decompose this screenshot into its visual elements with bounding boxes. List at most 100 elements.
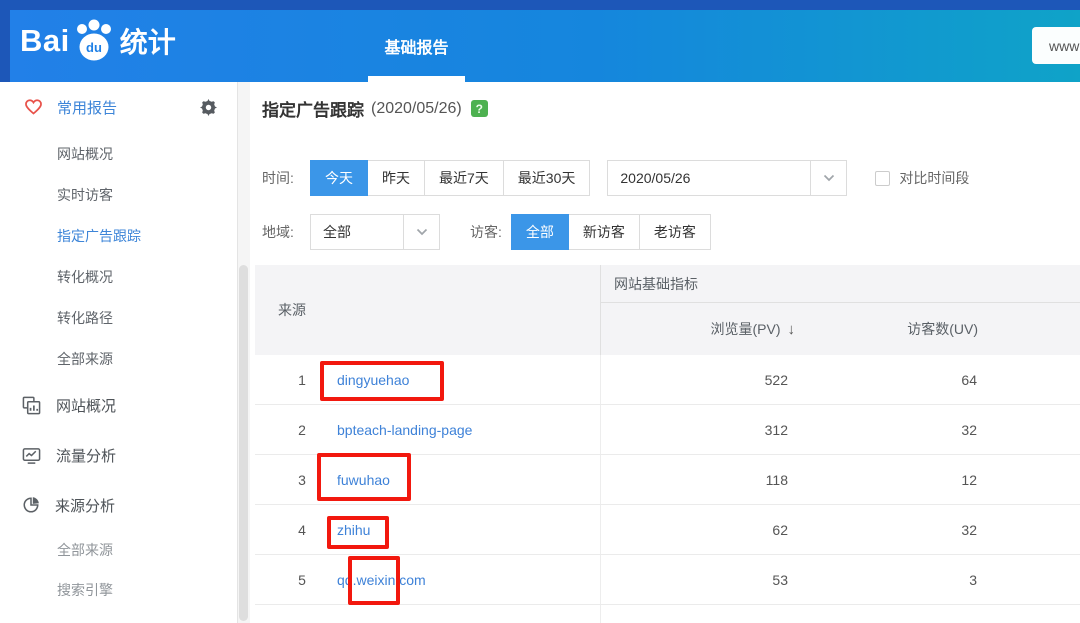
sidebar: 常用报告 网站概况 实时访客 指定广告跟踪 转化概况 转化路径 全部来源: [0, 82, 238, 623]
source-link[interactable]: dingyuehao: [337, 372, 409, 388]
help-icon[interactable]: ?: [471, 100, 488, 117]
time-filter-row: 时间: 今天 昨天 最近7天 最近30天 2020/05/26 对比时间段: [262, 160, 969, 196]
sidebar-item-search-engine[interactable]: 搜索引擎: [0, 570, 237, 610]
tab-basic-report[interactable]: 基础报告: [368, 10, 465, 82]
uv-value: 64: [796, 355, 986, 404]
page-title-date: (2020/05/26): [371, 100, 462, 118]
page-title: 指定广告跟踪: [262, 96, 364, 121]
source-link[interactable]: fuwuhao: [337, 472, 390, 488]
date-picker[interactable]: 2020/05/26: [607, 160, 847, 196]
source-link[interactable]: bpteach-landing-page: [337, 422, 472, 438]
report-icon: [22, 396, 41, 415]
region-visitor-filter-row: 地域: 全部 访客: 全部 新访客 老访客: [262, 214, 711, 250]
visitor-filter-label: 访客:: [470, 222, 502, 242]
sidebar-item-specified-ad-tracking[interactable]: 指定广告跟踪: [0, 216, 237, 257]
time-filter-label: 时间:: [262, 168, 310, 188]
gear-icon[interactable]: [200, 99, 217, 116]
baidu-paw-icon: du: [72, 18, 116, 64]
uv-value: 3: [796, 555, 986, 604]
compare-period-checkbox[interactable]: [875, 171, 890, 186]
row-rank: 5: [295, 572, 309, 588]
sidebar-scrollbar-track: [238, 82, 250, 623]
time-option-today[interactable]: 今天: [310, 160, 368, 196]
table-row: 2 bpteach-landing-page 31232: [255, 405, 1080, 455]
sources-table: 来源 网站基础指标 浏览量(PV) ↓ 访客数(UV) 1 dingyuehao 5…: [255, 265, 1080, 623]
chevron-down-icon[interactable]: [810, 161, 846, 195]
table-row: 5 qq.weixin.com 533: [255, 555, 1080, 605]
empty-cell: [986, 355, 1080, 404]
empty-cell: [986, 455, 1080, 504]
source-link[interactable]: qq.weixin.com: [337, 572, 426, 588]
sidebar-section-label: 来源分析: [55, 495, 115, 516]
metrics-group-header: 网站基础指标: [601, 265, 1080, 303]
heart-icon[interactable]: [24, 98, 43, 116]
date-picker-value: 2020/05/26: [608, 170, 810, 186]
row-rank: 2: [295, 422, 309, 438]
sidebar-item-site-overview[interactable]: 网站概况: [0, 134, 237, 175]
pv-value: 522: [600, 355, 796, 404]
monitor-icon: [22, 446, 41, 465]
visitor-option-new[interactable]: 新访客: [568, 214, 640, 250]
pv-value: 312: [600, 405, 796, 454]
visitor-filter-group: 全部 新访客 老访客: [511, 214, 711, 250]
sidebar-item-all-sources-2[interactable]: 全部来源: [0, 530, 237, 570]
empty-cell: [986, 405, 1080, 454]
time-option-last7days[interactable]: 最近7天: [424, 160, 504, 196]
logo-text-bai: Bai: [20, 23, 70, 59]
site-selector-value: www: [1049, 38, 1079, 54]
main-content: 指定广告跟踪 (2020/05/26) ? 时间: 今天 昨天 最近7天 最近3…: [250, 82, 1080, 623]
sidebar-section-site-overview[interactable]: 网站概况: [0, 380, 237, 430]
sidebar-section-source-analysis[interactable]: 来源分析: [0, 480, 237, 530]
logo-text-du: du: [86, 40, 102, 55]
table-body: 1dingyuehao522642bpteach-landing-page312…: [255, 355, 1080, 605]
row-rank: 1: [295, 372, 309, 388]
pv-column-header[interactable]: 浏览量(PV) ↓: [601, 303, 797, 355]
window-frame-top: [0, 0, 1080, 10]
sidebar-item-conversion-overview[interactable]: 转化概况: [0, 257, 237, 298]
metrics-header-area: 网站基础指标 浏览量(PV) ↓ 访客数(UV): [600, 265, 1080, 355]
empty-cell: [986, 555, 1080, 604]
pv-value: 118: [600, 455, 796, 504]
site-selector[interactable]: www: [1032, 27, 1080, 64]
app-window: Bai du 统计 基础报告 www: [0, 0, 1080, 623]
sort-desc-icon: ↓: [788, 321, 796, 338]
table-row: 1 dingyuehao 52264: [255, 355, 1080, 405]
region-select-value: 全部: [311, 222, 403, 242]
sidebar-section-traffic-analysis[interactable]: 流量分析: [0, 430, 237, 480]
region-select[interactable]: 全部: [310, 214, 440, 250]
pie-icon: [22, 496, 40, 514]
baidu-tongji-logo[interactable]: Bai du 统计: [20, 18, 176, 64]
time-filter-group: 今天 昨天 最近7天 最近30天: [310, 160, 590, 196]
row-rank: 4: [295, 522, 309, 538]
table-row: 3 fuwuhao 11812: [255, 455, 1080, 505]
sidebar-item-all-sources[interactable]: 全部来源: [0, 339, 237, 380]
source-link[interactable]: zhihu: [337, 522, 370, 538]
visitor-option-all[interactable]: 全部: [511, 214, 569, 250]
sidebar-favorites-label[interactable]: 常用报告: [57, 97, 117, 118]
sidebar-section-label: 流量分析: [56, 445, 116, 466]
sidebar-favorites-header: 常用报告: [0, 92, 237, 122]
uv-value: 32: [796, 405, 986, 454]
table-header: 来源 网站基础指标 浏览量(PV) ↓ 访客数(UV): [255, 265, 1080, 355]
sidebar-item-realtime-visitors[interactable]: 实时访客: [0, 175, 237, 216]
time-option-last30days[interactable]: 最近30天: [503, 160, 591, 196]
pv-header-label: 浏览量(PV): [711, 319, 781, 339]
row-rank: 3: [295, 472, 309, 488]
visitor-option-returning[interactable]: 老访客: [639, 214, 711, 250]
table-row-partial: [255, 605, 1080, 623]
sidebar-scrollbar-thumb[interactable]: [239, 265, 248, 621]
time-option-yesterday[interactable]: 昨天: [367, 160, 425, 196]
table-row: 4zhihu6232: [255, 505, 1080, 555]
tab-basic-report-label: 基础报告: [384, 34, 448, 58]
region-filter-label: 地域:: [262, 222, 310, 242]
pv-value: 62: [600, 505, 796, 554]
uv-value: 12: [796, 455, 986, 504]
pv-value: 53: [600, 555, 796, 604]
uv-column-header[interactable]: 访客数(UV): [797, 303, 987, 355]
page-title-row: 指定广告跟踪 (2020/05/26) ?: [262, 96, 488, 121]
app-header: Bai du 统计 基础报告 www: [0, 0, 1080, 82]
chevron-down-icon[interactable]: [403, 215, 439, 249]
empty-cell: [986, 505, 1080, 554]
sidebar-item-conversion-path[interactable]: 转化路径: [0, 298, 237, 339]
source-column-header: 来源: [255, 265, 600, 355]
